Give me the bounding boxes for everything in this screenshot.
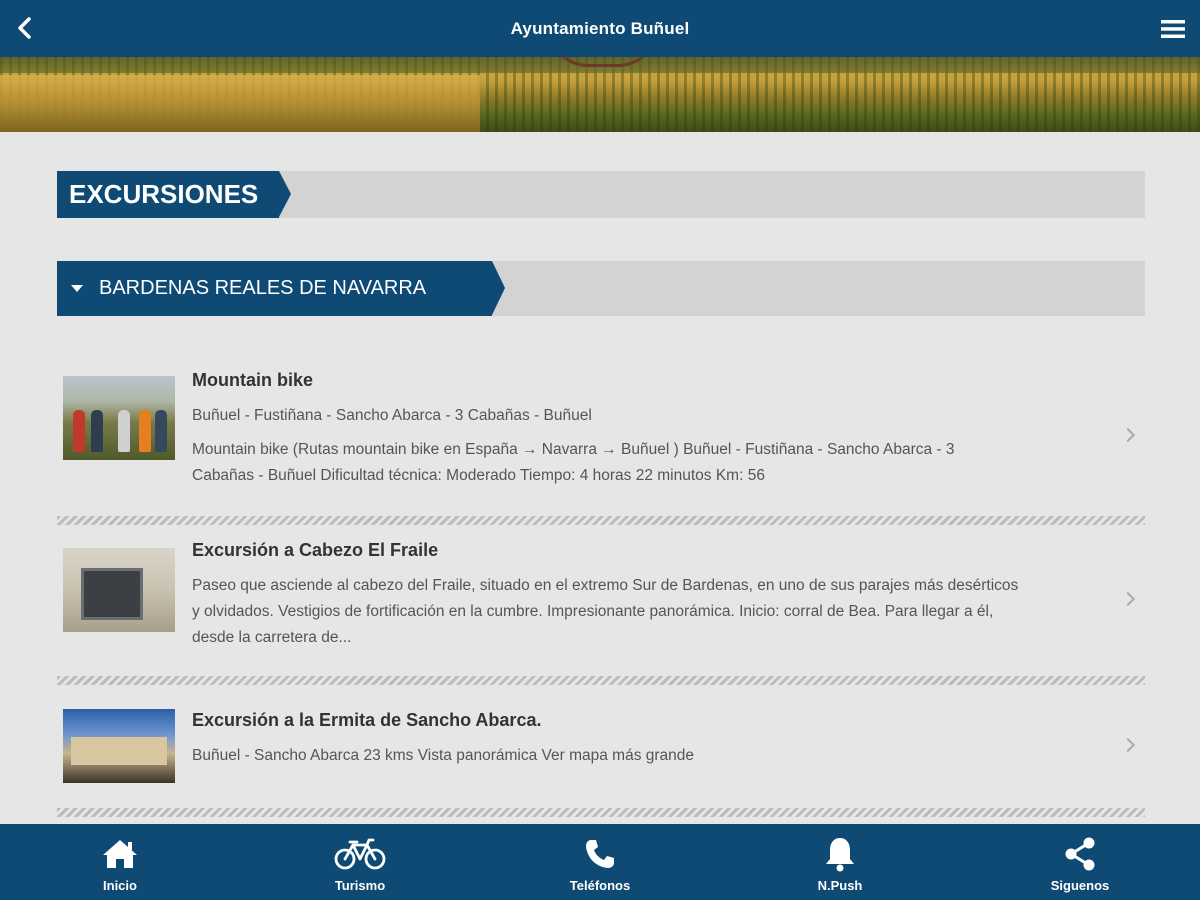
- top-app-bar: Ayuntamiento Buñuel: [0, 0, 1200, 57]
- item-description-line: y olvidados. Vestigios de fortificación …: [192, 603, 994, 620]
- tab-label: Turismo: [334, 878, 386, 893]
- list-item-ermita-sancho-abarca[interactable]: Excursión a la Ermita de Sancho Abarca. …: [57, 700, 1145, 800]
- category-title: BARDENAS REALES DE NAVARRA: [99, 277, 427, 299]
- item-thumbnail: [63, 376, 175, 460]
- tab-turismo[interactable]: Turismo: [300, 824, 420, 900]
- item-title: Mountain bike: [192, 370, 313, 390]
- tab-label: N.Push: [817, 878, 863, 893]
- item-description-line: Paseo que asciende al cabezo del Fraile,…: [192, 577, 1019, 594]
- item-title: Excursión a Cabezo El Fraile: [192, 540, 439, 560]
- item-title: Excursión a la Ermita de Sancho Abarca.: [192, 710, 542, 730]
- category-tag: BARDENAS REALES DE NAVARRA: [57, 261, 505, 316]
- tab-siguenos[interactable]: Siguenos: [1020, 824, 1140, 900]
- item-description-line: Buñuel - Sancho Abarca 23 kms Vista pano…: [192, 747, 695, 764]
- section-header: EXCURSIONES: [57, 171, 1145, 218]
- home-icon: [60, 836, 180, 872]
- category-header-bardenas[interactable]: BARDENAS REALES DE NAVARRA: [57, 261, 1145, 316]
- menu-button[interactable]: [1156, 12, 1190, 46]
- tab-label: Siguenos: [1050, 878, 1110, 893]
- item-description-line: Cabañas - Buñuel Dificultad técnica: Mod…: [192, 467, 765, 484]
- tab-npush[interactable]: N.Push: [780, 824, 900, 900]
- bottom-tab-bar: Inicio Turismo Teléfonos N.Push Siguenos: [0, 824, 1200, 900]
- header-banner-image: [0, 57, 1200, 132]
- section-title: EXCURSIONES: [57, 171, 291, 218]
- phone-icon: [540, 836, 660, 872]
- banner-field: [0, 75, 480, 132]
- share-icon: [1020, 836, 1140, 872]
- list-item-cabezo-el-fraile[interactable]: Excursión a Cabezo El Fraile Paseo que a…: [57, 530, 1145, 675]
- tab-telefonos[interactable]: Teléfonos: [540, 824, 660, 900]
- caret-down-icon: [71, 285, 83, 292]
- hamburger-menu-icon: [1161, 20, 1185, 38]
- tab-inicio[interactable]: Inicio: [60, 824, 180, 900]
- item-description-line: Mountain bike (Rutas mountain bike en Es…: [192, 441, 955, 458]
- list-divider: [57, 676, 1145, 685]
- list-divider: [57, 808, 1145, 817]
- app-title: Ayuntamiento Buñuel: [510, 19, 690, 38]
- list-item-mountain-bike[interactable]: Mountain bike Buñuel - Fustiñana - Sanch…: [57, 360, 1145, 510]
- item-route: Buñuel - Fustiñana - Sancho Abarca - 3 C…: [192, 407, 592, 424]
- tab-label: Inicio: [103, 878, 137, 893]
- item-thumbnail: [63, 548, 175, 632]
- item-description-line: desde la carretera de...: [192, 629, 352, 646]
- bicycle-icon: [300, 836, 420, 872]
- bell-icon: [780, 836, 900, 872]
- item-thumbnail: [63, 709, 175, 783]
- list-divider: [57, 516, 1145, 525]
- tab-label: Teléfonos: [569, 878, 631, 893]
